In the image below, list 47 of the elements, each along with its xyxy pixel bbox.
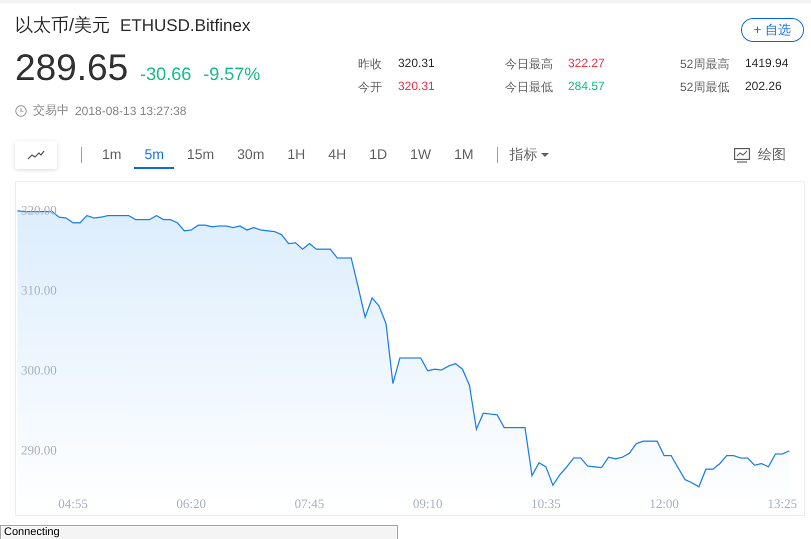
symbol-label: ETHUSD.Bitfinex bbox=[120, 16, 250, 36]
trading-status: 交易中 bbox=[33, 102, 69, 119]
draw-button[interactable]: 绘图 bbox=[734, 146, 786, 164]
status-text: Connecting bbox=[4, 526, 60, 538]
price-change: -30.66 bbox=[140, 64, 192, 85]
quote-time: 2018-08-13 13:27:38 bbox=[75, 104, 186, 118]
stat-label: 今开 bbox=[358, 79, 383, 96]
interval-tab[interactable]: 1D bbox=[359, 141, 398, 169]
stat-value: 202.26 bbox=[745, 79, 783, 95]
add-watchlist-button[interactable]: + 自选 bbox=[740, 18, 804, 42]
stat-label: 52周最高 bbox=[680, 56, 730, 73]
axis-label: 07:45 bbox=[294, 496, 324, 511]
interval-tab[interactable]: 1W bbox=[400, 141, 442, 169]
axis-label: 04:55 bbox=[58, 496, 88, 511]
stat-value: 284.57 bbox=[568, 79, 606, 95]
stat-value: 320.31 bbox=[398, 79, 436, 95]
chart-monitor-icon bbox=[734, 148, 750, 162]
stat-value: 320.31 bbox=[398, 56, 436, 72]
interval-tab[interactable]: 15m bbox=[176, 141, 224, 169]
price-value: 289.65 bbox=[15, 47, 128, 89]
caret-icon bbox=[540, 153, 549, 157]
stat-value: 322.27 bbox=[568, 56, 606, 72]
stat-label: 今日最低 bbox=[505, 79, 554, 96]
clock-icon bbox=[15, 104, 27, 116]
axis-label: 09:10 bbox=[412, 496, 442, 511]
axis-label: 310.00 bbox=[21, 282, 57, 298]
interval-tab[interactable]: 30m bbox=[227, 141, 274, 169]
stat-label: 52周最低 bbox=[680, 79, 730, 96]
axis-label: 300.00 bbox=[21, 362, 57, 378]
axis-label: 290.00 bbox=[21, 442, 57, 458]
stat-label: 今日最高 bbox=[505, 56, 554, 73]
indicators-dropdown[interactable]: 指标 bbox=[510, 146, 549, 164]
axis-label: 12:00 bbox=[649, 496, 679, 511]
interval-tab[interactable]: 4H bbox=[318, 141, 356, 169]
interval-tab[interactable]: 1M bbox=[444, 141, 484, 169]
stat-value: 1419.94 bbox=[745, 56, 788, 72]
axis-label: 06:20 bbox=[176, 496, 206, 511]
interval-tab[interactable]: 1m bbox=[92, 141, 132, 169]
interval-tab[interactable]: 1H bbox=[277, 141, 316, 169]
axis-label: 10:35 bbox=[531, 496, 561, 511]
interval-tab[interactable]: 5m bbox=[134, 141, 174, 169]
axis-label: 13:25 bbox=[768, 496, 798, 511]
pair-name: 以太币/美元 bbox=[15, 14, 110, 37]
line-chart-icon bbox=[27, 150, 45, 160]
percent-change: -9.57% bbox=[203, 64, 260, 85]
chart-type-button[interactable] bbox=[15, 141, 57, 169]
stat-label: 昨收 bbox=[358, 56, 383, 73]
